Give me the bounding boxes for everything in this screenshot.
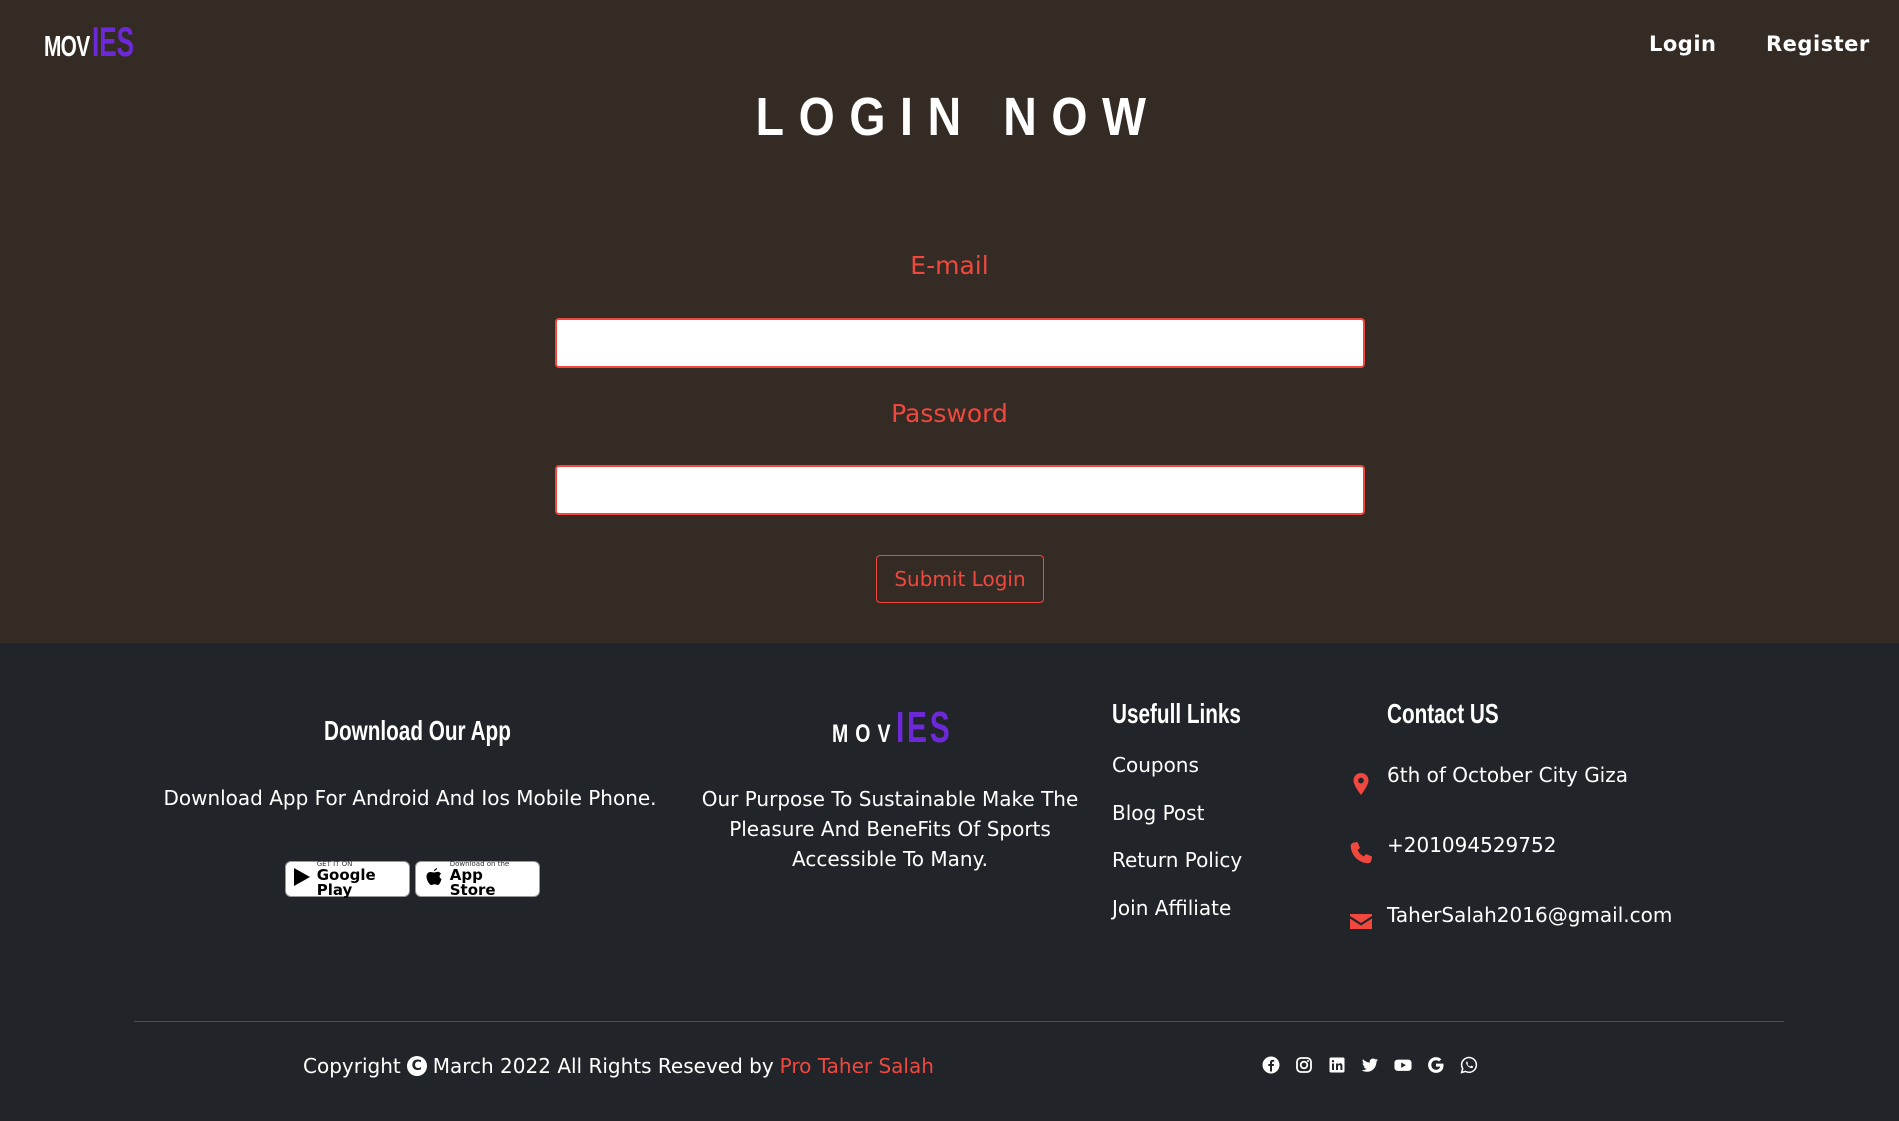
link-join-affiliate[interactable]: Join Affiliate <box>1112 896 1231 920</box>
copyright-text: March 2022 All Rights Reseved by <box>432 1054 774 1078</box>
contact-address: 6th of October City Giza <box>1387 763 1628 787</box>
logo-text-mov: MOV <box>44 31 90 63</box>
phone-icon <box>1348 840 1374 866</box>
copyright-author-link[interactable]: Pro Taher Salah <box>780 1054 934 1078</box>
youtube-icon[interactable] <box>1394 1056 1412 1074</box>
page-title: LOGIN NOW <box>755 87 1161 147</box>
contact-email[interactable]: TaherSalah2016@gmail.com <box>1387 903 1672 927</box>
login-section: MOV IES Login Register LOGIN NOW E-mail … <box>0 0 1899 643</box>
contact-phone[interactable]: +201094529752 <box>1387 833 1556 857</box>
app-store-big-text: App Store <box>449 865 496 899</box>
facebook-icon[interactable] <box>1262 1056 1280 1074</box>
google-icon[interactable] <box>1427 1056 1445 1074</box>
password-field[interactable] <box>555 465 1365 515</box>
footer-logo-text-mov: MOV <box>832 720 898 748</box>
useful-links-heading: Usefull Links <box>1112 698 1241 729</box>
copyright: Copyright C March 2022 All Rights Reseve… <box>303 1054 934 1078</box>
footer: Download Our App Download App For Androi… <box>0 643 1899 1121</box>
location-pin-icon <box>1348 771 1374 797</box>
footer-divider <box>134 1021 1784 1022</box>
nav-register-link[interactable]: Register <box>1766 32 1870 56</box>
email-field[interactable] <box>555 318 1365 368</box>
twitter-icon[interactable] <box>1361 1056 1379 1074</box>
site-logo[interactable]: MOV IES <box>44 18 142 66</box>
footer-logo[interactable]: MOV IES <box>832 703 966 753</box>
link-coupons[interactable]: Coupons <box>1112 753 1199 777</box>
instagram-icon[interactable] <box>1295 1056 1313 1074</box>
apple-icon <box>422 867 446 892</box>
nav-login-link[interactable]: Login <box>1649 32 1717 56</box>
link-blog-post[interactable]: Blog Post <box>1112 801 1204 825</box>
logo-text-ies: IES <box>92 18 134 65</box>
download-app-text: Download App For Android And Ios Mobile … <box>163 786 657 810</box>
submit-login-button[interactable]: Submit Login <box>876 555 1044 603</box>
footer-logo-text-ies: IES <box>896 703 953 752</box>
email-label: E-mail <box>910 251 989 280</box>
password-label: Password <box>891 399 1008 428</box>
whatsapp-icon[interactable] <box>1460 1056 1478 1074</box>
google-play-big-text: Google Play <box>316 865 376 899</box>
envelope-icon <box>1348 908 1374 934</box>
google-play-icon <box>292 867 313 892</box>
social-links <box>1262 1056 1478 1074</box>
contact-heading: Contact US <box>1387 698 1499 729</box>
linkedin-icon[interactable] <box>1328 1056 1346 1074</box>
download-app-heading: Download Our App <box>324 715 511 746</box>
about-text: Our Purpose To Sustainable Make The Plea… <box>701 787 1079 871</box>
app-store-badge[interactable]: Download on the App Store <box>415 860 540 899</box>
copyright-prefix: Copyright <box>303 1054 401 1078</box>
google-play-badge[interactable]: GET IT ON Google Play <box>285 860 410 899</box>
link-return-policy[interactable]: Return Policy <box>1112 848 1242 872</box>
copyright-icon: C <box>406 1056 427 1076</box>
